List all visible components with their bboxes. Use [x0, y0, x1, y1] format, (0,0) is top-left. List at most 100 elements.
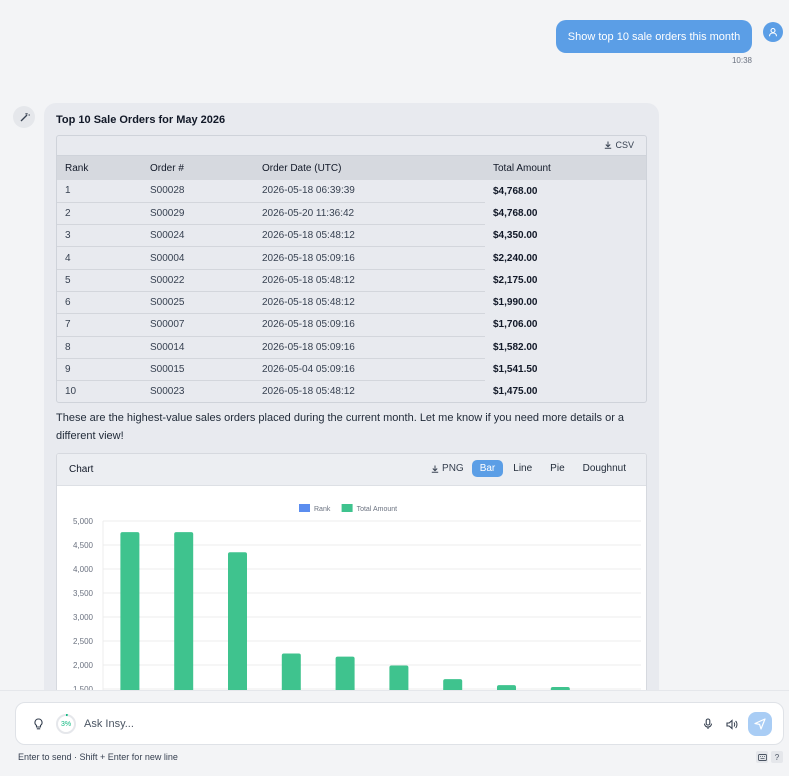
order-cell: S00029 — [142, 202, 254, 226]
y-tick-label: 3,000 — [73, 613, 94, 622]
y-tick-label: 2,000 — [73, 661, 94, 670]
amount-cell: $1,475.00 — [493, 386, 538, 398]
amount-cell: $4,768.00 — [493, 207, 538, 219]
column-header-rank[interactable]: Rank — [57, 156, 142, 180]
chart-type-tabs: PNG Bar Line Pie Doughnut — [431, 460, 634, 477]
table-row: 2 S00029 2026-05-20 11:36:42 $4,768.00 — [57, 202, 646, 226]
tab-bar[interactable]: Bar — [471, 460, 504, 477]
rank-cell: 4 — [57, 246, 142, 270]
bar-chart: Rank Total Amount 5,000 4,500 4,000 3,500 3,00… — [73, 504, 641, 690]
help-icons: ? — [756, 751, 783, 763]
keyboard-icon — [757, 753, 767, 761]
amount-cell: $1,582.00 — [493, 341, 538, 353]
rank-cell: 5 — [57, 269, 142, 292]
tab-doughnut[interactable]: Doughnut — [575, 460, 634, 477]
ask-input[interactable] — [84, 713, 684, 735]
date-cell: 2026-05-18 05:48:12 — [254, 269, 485, 292]
orders-table: Rank Order # Order Date (UTC) Total Amou… — [57, 156, 646, 402]
rank-cell: 9 — [57, 358, 142, 382]
rank-cell: 2 — [57, 202, 142, 226]
composer-box: 3% — [15, 702, 784, 745]
chat-area: Show top 10 sale orders this month 10:38… — [0, 0, 789, 690]
rank-cell: 10 — [57, 380, 142, 402]
download-csv-button[interactable]: CSV — [604, 140, 634, 150]
rank-cell: 3 — [57, 224, 142, 248]
order-cell: S00028 — [142, 180, 254, 203]
composer-area: 3% Enter to send · Shift + Enter for new… — [0, 690, 789, 776]
context-usage-text: 3% — [60, 720, 72, 728]
amount-cell: $2,240.00 — [493, 252, 538, 264]
date-cell: 2026-05-04 05:09:16 — [254, 358, 485, 382]
y-tick-label: 5,000 — [73, 517, 94, 526]
magic-wand-icon — [20, 112, 30, 121]
orders-table-panel: CSV Rank Order # Order Date (UTC) Total … — [56, 135, 647, 403]
speaker-button[interactable] — [724, 716, 740, 732]
png-label: PNG — [442, 463, 464, 474]
order-cell: S00022 — [142, 269, 254, 292]
date-cell: 2026-05-18 05:09:16 — [254, 246, 485, 270]
bulb-button[interactable] — [30, 716, 46, 732]
legend-label: Total Amount — [357, 506, 398, 513]
table-row: 1 S00028 2026-05-18 06:39:39 $4,768.00 — [57, 180, 646, 203]
date-cell: 2026-05-18 05:09:16 — [254, 336, 485, 359]
table-row: 9 S00015 2026-05-04 05:09:16 $1,541.50 — [57, 358, 646, 382]
send-button[interactable] — [748, 712, 772, 736]
tab-line[interactable]: Line — [505, 460, 540, 477]
send-icon — [754, 718, 766, 730]
table-row: 10 S00023 2026-05-18 05:48:12 $1,475.00 — [57, 380, 646, 402]
help-button[interactable]: ? — [771, 751, 783, 763]
microphone-button[interactable] — [700, 716, 716, 732]
table-row: 3 S00024 2026-05-18 05:48:12 $4,350.00 — [57, 224, 646, 248]
amount-cell: $1,990.00 — [493, 297, 538, 309]
legend-swatch-rank — [299, 504, 310, 512]
keyboard-shortcuts-button[interactable] — [756, 751, 768, 763]
column-header-amount[interactable]: Total Amount — [485, 156, 646, 180]
table-row: 7 S00007 2026-05-18 05:09:16 $1,706.00 — [57, 313, 646, 337]
rank-cell: 6 — [57, 291, 142, 315]
table-row: 8 S00014 2026-05-18 05:09:16 $1,582.00 — [57, 336, 646, 359]
legend-label: Rank — [314, 506, 331, 513]
order-cell: S00025 — [142, 291, 254, 315]
composer-hint: Enter to send · Shift + Enter for new li… — [18, 752, 178, 762]
download-icon — [605, 141, 612, 149]
amount-cell: $2,175.00 — [493, 274, 538, 286]
bar-total-amount-4 — [281, 653, 301, 690]
microphone-icon — [703, 718, 713, 729]
chart-label: Chart — [69, 464, 94, 475]
y-tick-label: 4,000 — [73, 565, 94, 574]
date-cell: 2026-05-20 11:36:42 — [254, 202, 485, 226]
lightbulb-icon — [33, 718, 43, 730]
table-row: 5 S00022 2026-05-18 05:48:12 $2,175.00 — [57, 269, 646, 292]
bar-total-amount-5 — [335, 656, 355, 690]
order-cell: S00024 — [142, 224, 254, 248]
order-cell: S00014 — [142, 336, 254, 359]
message-timestamp: 10:38 — [731, 56, 752, 65]
rank-cell: 8 — [57, 336, 142, 359]
order-cell: S00004 — [142, 246, 254, 270]
download-png-button[interactable]: PNG — [431, 463, 464, 474]
amount-cell: $4,768.00 — [493, 185, 538, 197]
y-tick-label: 4,500 — [73, 541, 94, 550]
date-cell: 2026-05-18 05:48:12 — [254, 224, 485, 248]
csv-label: CSV — [615, 140, 634, 150]
table-row: 4 S00004 2026-05-18 05:09:16 $2,240.00 — [57, 246, 646, 270]
column-header-order[interactable]: Order # — [142, 156, 254, 180]
speaker-icon — [726, 718, 738, 730]
date-cell: 2026-05-18 05:48:12 — [254, 380, 485, 402]
order-cell: S00015 — [142, 358, 254, 382]
user-message-bubble: Show top 10 sale orders this month — [556, 20, 752, 53]
bot-response-card: Top 10 Sale Orders for May 2026 CSV Rank… — [44, 103, 659, 690]
bar-total-amount-7 — [443, 679, 463, 690]
amount-cell: $1,706.00 — [493, 319, 538, 331]
bar-total-amount-1 — [120, 532, 140, 690]
tab-pie[interactable]: Pie — [542, 460, 572, 477]
order-cell: S00023 — [142, 380, 254, 402]
table-toolbar: CSV — [57, 136, 646, 156]
order-cell: S00007 — [142, 313, 254, 337]
chart-header: Chart PNG Bar Line Pie Doughnut — [57, 454, 646, 486]
user-icon — [768, 27, 778, 37]
date-cell: 2026-05-18 05:48:12 — [254, 291, 485, 315]
column-header-date[interactable]: Order Date (UTC) — [254, 156, 485, 180]
y-tick-label: 2,500 — [73, 637, 94, 646]
user-message-text: Show top 10 sale orders this month — [567, 30, 741, 43]
